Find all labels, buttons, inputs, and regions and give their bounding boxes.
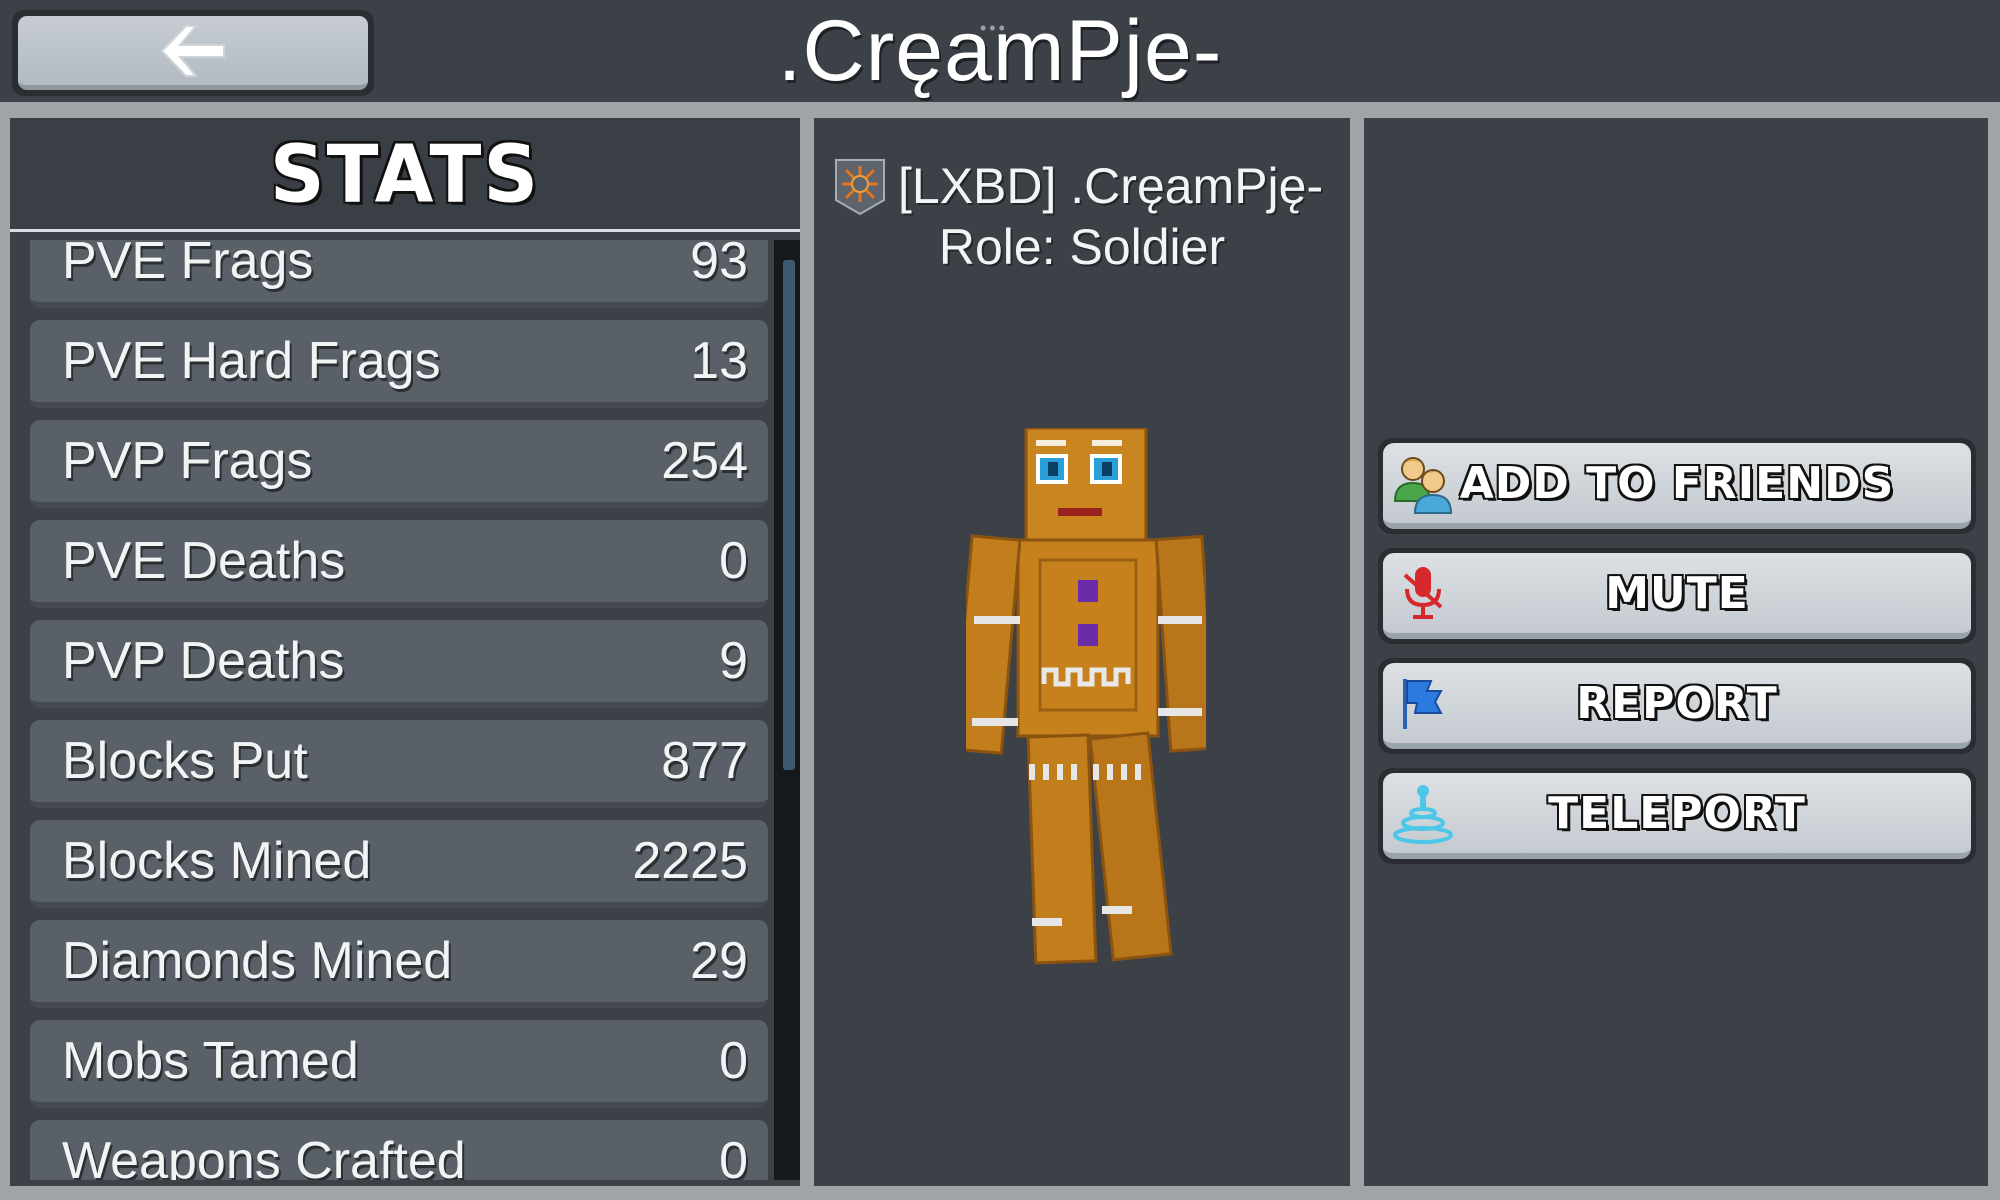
report-label: REPORT bbox=[1576, 677, 1778, 729]
stats-header: STATS bbox=[10, 118, 800, 232]
add-to-friends-label: ADD TO FRIENDS bbox=[1459, 457, 1895, 509]
player-skin-avatar bbox=[966, 428, 1206, 965]
muted-microphone-icon bbox=[1403, 567, 1443, 619]
stat-row-pvp-deaths: PVP Deaths 9 bbox=[30, 620, 768, 708]
back-arrow-icon bbox=[160, 24, 225, 77]
clan-emblem-icon bbox=[835, 159, 885, 216]
stat-label: PVE Hard Frags bbox=[62, 332, 441, 390]
stat-row-pve-deaths: PVE Deaths 0 bbox=[30, 520, 768, 608]
stat-row-pve-hard-frags: PVE Hard Frags 13 bbox=[30, 320, 768, 408]
stat-label: PVP Deaths bbox=[62, 632, 345, 690]
add-to-friends-button[interactable]: ADD TO FRIENDS bbox=[1378, 438, 1976, 534]
stat-row-mobs-tamed: Mobs Tamed 0 bbox=[30, 1020, 768, 1108]
friends-icon bbox=[1393, 457, 1453, 514]
stat-value: 2225 bbox=[632, 832, 748, 890]
stat-label: PVE Frags bbox=[62, 240, 314, 290]
teleport-button[interactable]: TELEPORT bbox=[1378, 768, 1976, 864]
stat-label: Blocks Mined bbox=[62, 832, 372, 890]
actions-panel: ADD TO FRIENDS MUTE REPORT TELEPORT bbox=[1364, 118, 1988, 1186]
stat-label: Blocks Put bbox=[62, 732, 308, 790]
stat-value: 877 bbox=[661, 732, 748, 790]
stat-value: 93 bbox=[690, 240, 748, 290]
stats-scrollbar[interactable] bbox=[774, 240, 800, 1180]
clan-name-row: [LXBD] .CręamPję- bbox=[832, 154, 1332, 218]
player-name-title: .CręamPje- bbox=[777, 2, 1223, 99]
report-button[interactable]: REPORT bbox=[1378, 658, 1976, 754]
stats-panel: STATS PVE Frags 93 PVE Hard Frags 13 PVP… bbox=[10, 118, 800, 1186]
flag-icon bbox=[1403, 679, 1443, 729]
stat-label: Diamonds Mined bbox=[62, 932, 453, 990]
stat-row-weapons-crafted: Weapons Crafted 0 bbox=[30, 1120, 768, 1180]
stat-row-blocks-put: Blocks Put 877 bbox=[30, 720, 768, 808]
stats-scroll-thumb[interactable] bbox=[783, 260, 795, 770]
profile-panel: [LXBD] .CręamPję- Role: Soldier bbox=[814, 118, 1350, 1186]
stat-value: 13 bbox=[690, 332, 748, 390]
stat-label: PVP Frags bbox=[62, 432, 313, 490]
stat-row-blocks-mined: Blocks Mined 2225 bbox=[30, 820, 768, 908]
stat-value: 9 bbox=[719, 632, 748, 690]
stat-label: Mobs Tamed bbox=[62, 1032, 359, 1090]
stat-row-diamonds-mined: Diamonds Mined 29 bbox=[30, 920, 768, 1008]
teleport-label: TELEPORT bbox=[1548, 787, 1806, 839]
stat-label: PVE Deaths bbox=[62, 532, 346, 590]
stat-value: 254 bbox=[661, 432, 748, 490]
stats-title: STATS bbox=[269, 126, 541, 221]
stat-row-pve-frags: PVE Frags 93 bbox=[30, 240, 768, 308]
top-bar: ••• .CręamPje- bbox=[0, 0, 2000, 102]
stat-label: Weapons Crafted bbox=[62, 1132, 466, 1180]
teleport-icon bbox=[1393, 785, 1453, 844]
player-role: Role: Soldier bbox=[938, 219, 1226, 275]
stat-value: 0 bbox=[719, 532, 748, 590]
stat-value: 0 bbox=[719, 1132, 748, 1180]
stat-row-pvp-frags: PVP Frags 254 bbox=[30, 420, 768, 508]
stat-value: 0 bbox=[719, 1032, 748, 1090]
back-button[interactable] bbox=[12, 10, 374, 96]
stats-list[interactable]: PVE Frags 93 PVE Hard Frags 13 PVP Frags… bbox=[10, 240, 800, 1180]
clan-player-name: [LXBD] .CręamPję- bbox=[898, 158, 1324, 214]
stat-value: 29 bbox=[690, 932, 748, 990]
mute-label: MUTE bbox=[1605, 567, 1749, 619]
mute-button[interactable]: MUTE bbox=[1378, 548, 1976, 644]
